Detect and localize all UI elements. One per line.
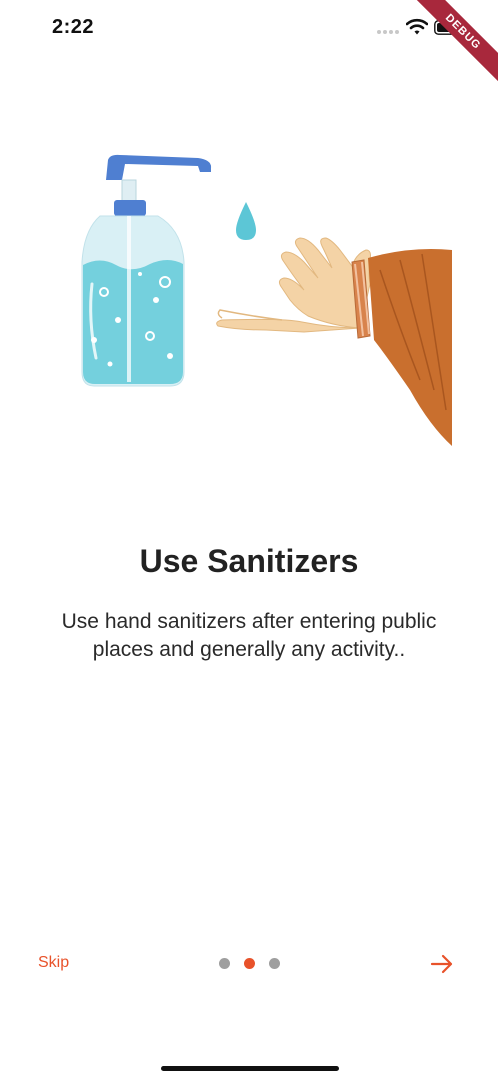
page-dot-1[interactable] [219,958,230,969]
home-indicator [161,1066,339,1071]
page-dot-2[interactable] [244,958,255,969]
hand-icon [216,237,371,333]
arrow-right-icon [430,954,453,974]
status-time: 2:22 [52,16,95,38]
slide-title: Use Sanitizers [139,543,359,579]
next-button[interactable] [429,951,455,977]
cellular-signal-icon [377,30,399,36]
sanitizer-bottle-icon [81,154,212,387]
battery-icon [434,20,466,35]
slide-description: Use hand sanitizers after entering publi… [61,610,437,661]
sanitizer-illustration [81,154,452,446]
wifi-icon [406,18,428,35]
sanitizer-drop-icon [236,202,256,240]
page-dot-3[interactable] [269,958,280,969]
status-bar: 2:22 [0,0,498,56]
skip-button[interactable]: Skip [38,954,69,972]
page-indicator [219,958,281,970]
